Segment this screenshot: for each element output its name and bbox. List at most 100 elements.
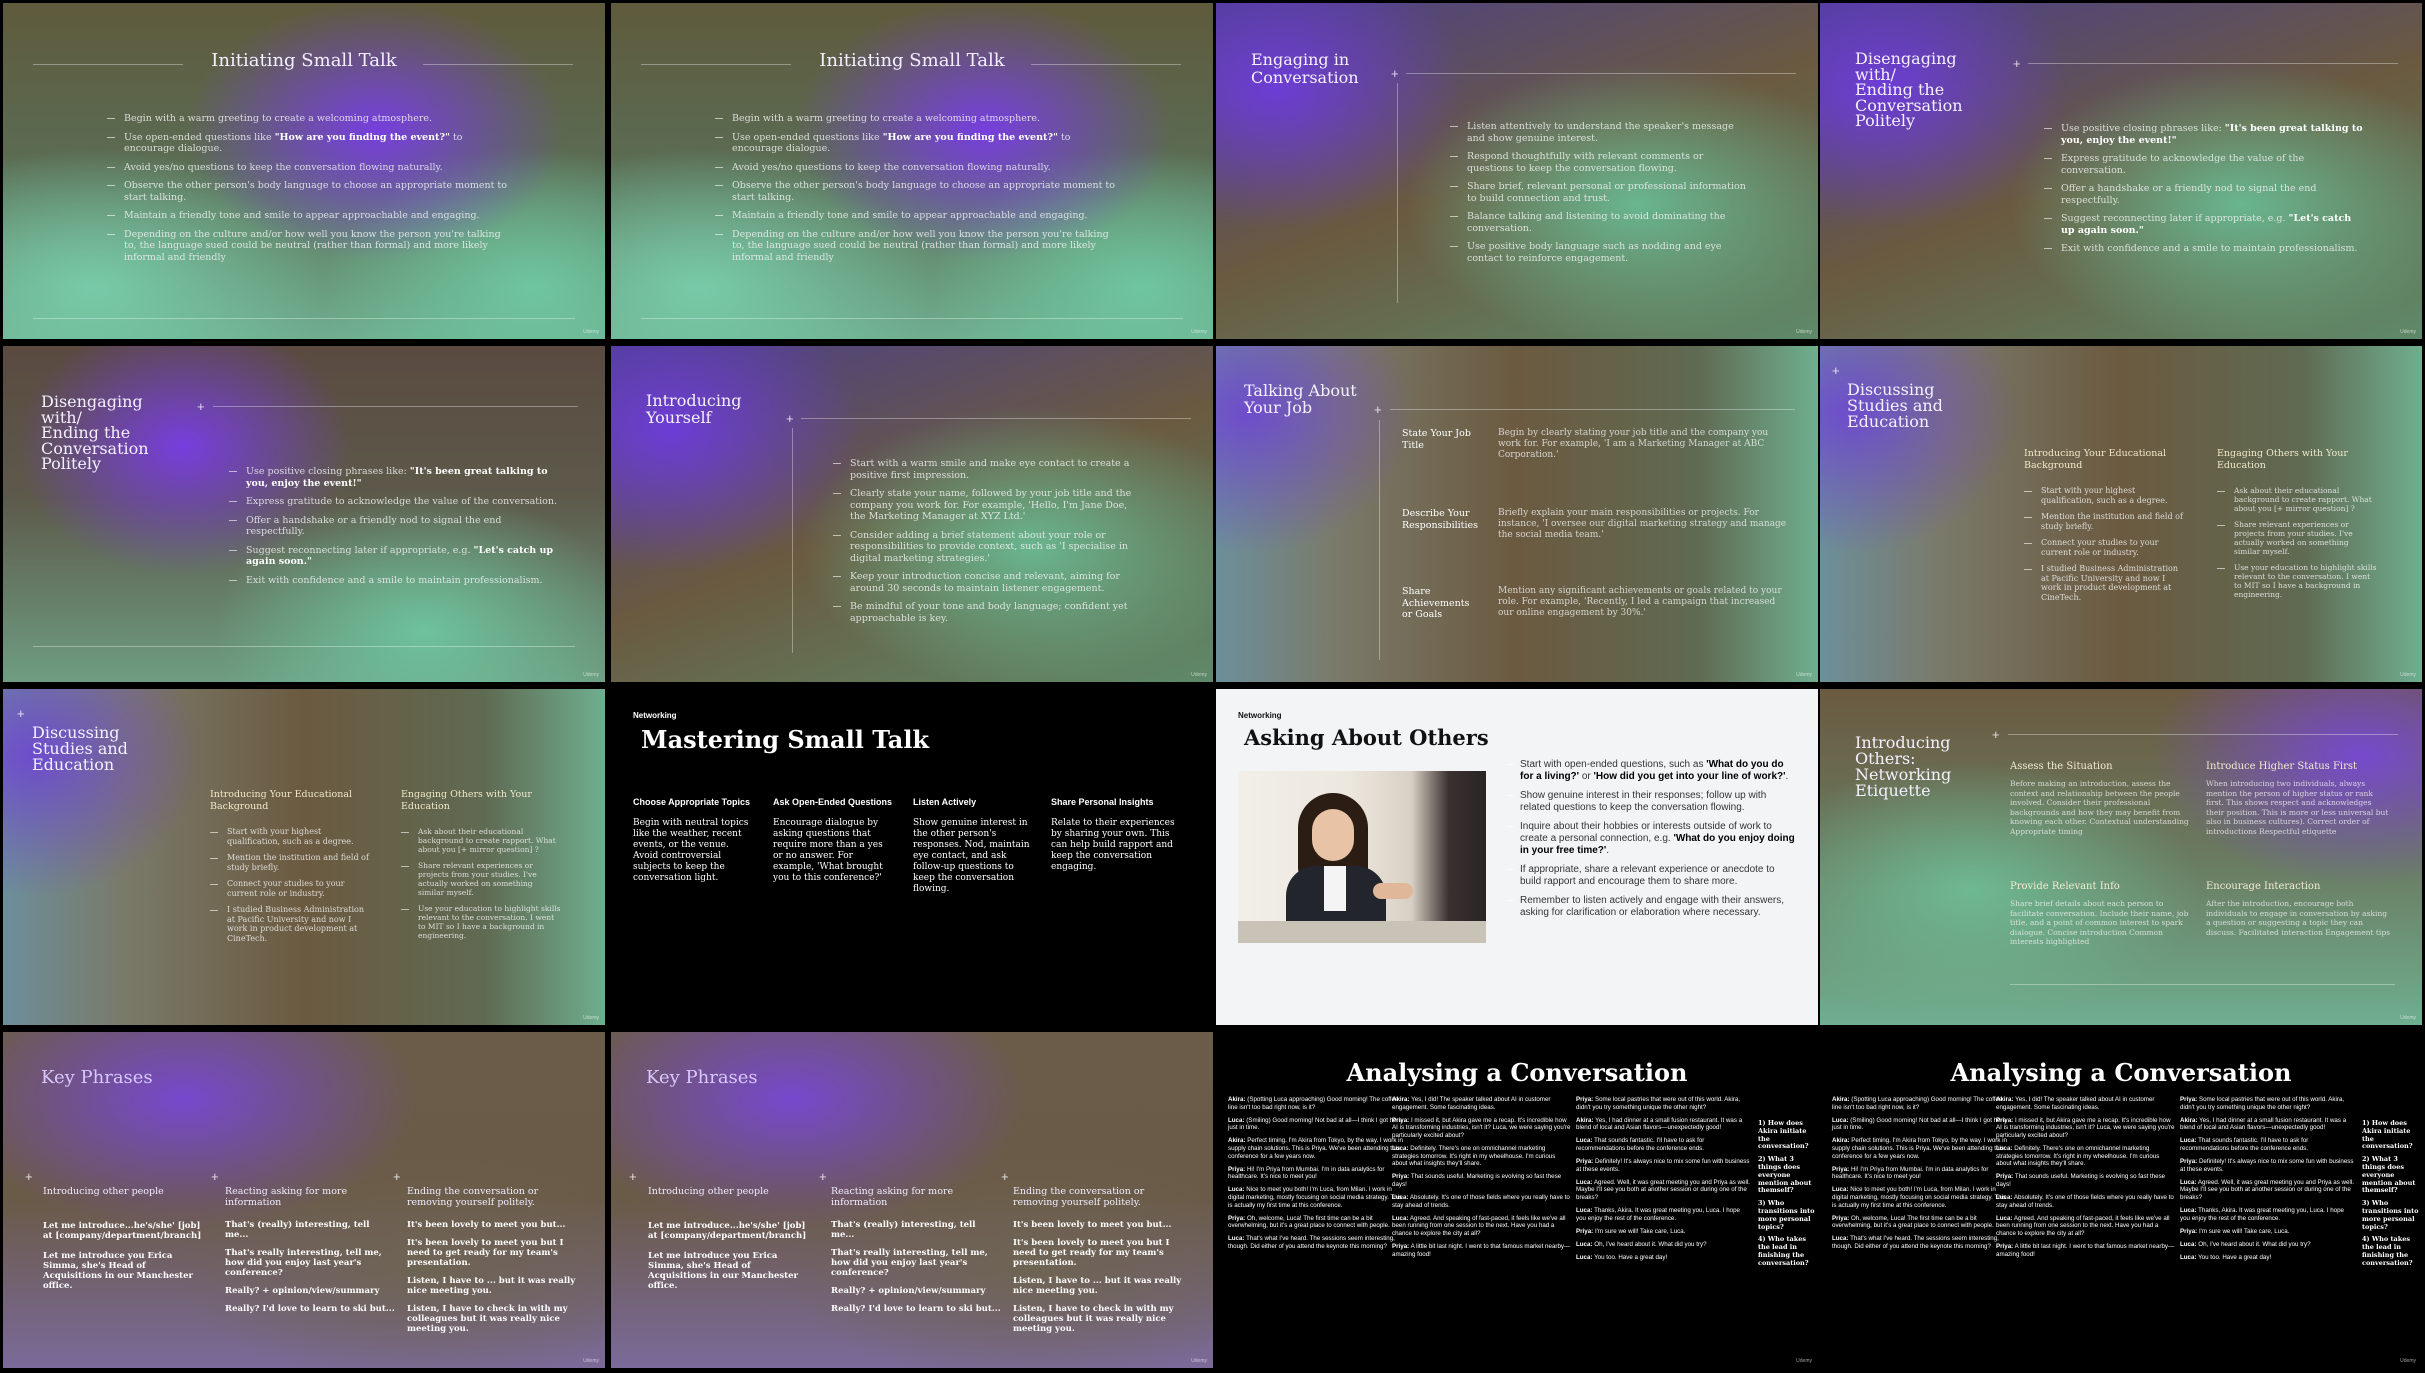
utterance: I missed it, but Akira gave me a recap. … [1996,1116,2175,1139]
cell-heading: Introduce Higher Status First [2206,761,2358,772]
utterance: A little bit last night. I went to that … [1996,1242,2175,1258]
speaker: Priya: [1996,1173,2014,1181]
utterance: I'm sure we will! Take care, Luca. [1594,1227,1686,1235]
slide-grid: Initiating Small Talk Begin with a warm … [0,0,2425,1373]
bullet: Be mindful of your tone and body languag… [833,601,1143,624]
slide-introducing-others[interactable]: Introducing Others: Networking Etiquette + … [1820,689,2422,1025]
dialogue-line: Priya: I'm sure we will! Take care, Luca… [1576,1228,1751,1236]
dialogue-line: Priya: Hi! I'm Priya from Mumbai. I'm in… [1832,1166,2008,1181]
slide-talking-about-your-job[interactable]: Talking About Your Job + State Your Job T… [1216,346,1818,682]
column-text: Show genuine interest in the other perso… [913,818,1030,894]
phrase: Let me introduce...he's/she' [job] at [c… [648,1221,807,1241]
slide-discussing-studies-2[interactable]: + Discussing Studies and Education Introdu… [3,689,605,1025]
bullet: Start with your highest qualification, s… [2024,486,2184,505]
cell-text: When introducing two individuals, always… [2206,779,2389,836]
slide-key-phrases-2[interactable]: Key Phrases + + + Introducing other peop… [611,1032,1213,1368]
utterance: Yes, I did! The speaker talked about AI … [1996,1096,2155,1111]
question: 4) Who takes the lead in finishing the c… [1758,1235,1809,1267]
slide-disengaging-politely-2[interactable]: Disengaging with/Ending the Conversation Po… [3,346,605,682]
column-heading: Introducing other people [648,1186,769,1197]
dialogue-line: Luca: That's what I've heard. The sessio… [1832,1235,2008,1250]
utterance: I missed it, but Akira gave me a recap. … [1392,1116,1571,1139]
phrase: That's really interesting, tell me, how … [831,1248,988,1278]
dialogue-line: Luca: Agreed. Well, it was great meeting… [1576,1179,1751,1202]
slide-introducing-yourself[interactable]: Introducing Yourself + Start with a warm … [611,346,1213,682]
slide-disengaging-politely-1[interactable]: Disengaging with/Ending the Conversation Po… [1820,3,2422,339]
slide-initiating-small-talk-2[interactable]: Initiating Small Talk Begin with a warm … [611,3,1213,339]
speaker: Luca: [1832,1186,1849,1194]
column-heading: Reacting asking for more information [831,1186,954,1208]
bullet: Start with your highest qualification, s… [210,827,370,846]
column-heading: Ending the conversation or removing your… [407,1186,539,1208]
plus-icon: + [1374,402,1382,417]
speaker: Priya: [1392,1173,1410,1181]
bullet: Depending on the culture and/or how well… [715,229,1115,264]
bullet: Listen attentively to understand the spe… [1450,121,1750,144]
column: Listen Actively Show genuine interest in… [913,797,1035,895]
kicker: Networking [633,711,677,720]
slide-analysing-conversation-2[interactable]: Analysing a Conversation Akira: (Spotting… [1820,1032,2422,1368]
phrase: It's been lovely to meet you but... [407,1220,566,1230]
phrase-column: Reacting asking for more information Tha… [831,1186,1001,1314]
bullet: Start with open-ended questions, such as… [1506,759,1796,783]
speaker: Luca: [1832,1235,1849,1243]
column-heading: Choose Appropriate Topics [633,797,751,807]
slide-asking-about-others[interactable]: Networking Asking About Others Start wit… [1216,689,1818,1025]
slide-footer: Udemy [1796,329,1812,335]
plus-icon: + [1391,66,1399,81]
speaker: Luca: [1228,1235,1245,1243]
slide-key-phrases-1[interactable]: Key Phrases + + + Introducing other peop… [3,1032,605,1368]
utterance: Oh, I've heard about it. What did you tr… [1594,1240,1707,1248]
hands [1373,883,1413,899]
slide-footer: Udemy [1191,1358,1207,1364]
slide-title: Disengaging with/Ending the Conversation Po… [41,392,149,473]
phrase: Really? I'd love to learn to ski but... [225,1304,395,1314]
slide-title: Introducing Yourself [646,391,742,427]
dialogue-line: Luca: Thanks, Akira. It was great meetin… [1576,1207,1751,1222]
cell-heading: Assess the Situation [2010,761,2113,772]
speaker: Priya: [1832,1214,1850,1222]
slide-mastering-small-talk[interactable]: Networking Mastering Small Talk Choose A… [611,689,1213,1025]
slide-title: Discussing Studies and Education [1847,380,1943,431]
slide-engaging-in-conversation[interactable]: Engaging in Conversation + Listen attenti… [1216,3,1818,339]
speaker: Luca: [1392,1214,1409,1222]
bullet: Use open-ended questions like "How are y… [715,132,1115,155]
slide-discussing-studies-1[interactable]: + Discussing Studies and Education Introdu… [1820,346,2422,682]
speaker: Luca: [1996,1214,2013,1222]
speaker: Akira: [1392,1096,1410,1103]
utterance: That sounds useful. Marketing is evolvin… [1392,1173,1562,1188]
dialogue-line: Luca: You too. Have a great day! [1576,1254,1751,1262]
speaker: Priya: [1996,1116,2014,1124]
utterance: Hi! I'm Priya from Mumbai. I'm in data a… [1832,1165,1989,1181]
question: 3) Who transitions into more personal to… [2362,1199,2419,1231]
speaker: Priya: [1392,1116,1410,1124]
utterance: A little bit last night. I went to that … [1392,1242,1571,1258]
bullet: Keep your introduction concise and relev… [833,571,1143,594]
speaker: Luca: [2180,1178,2197,1186]
speaker: Luca: [1576,1137,1593,1145]
phrase: It's been lovely to meet you but I need … [407,1238,564,1268]
utterance: You too. Have a great day! [2198,1253,2272,1261]
row-label: Share Achievements or Goals [1402,586,1470,620]
bullet: Express gratitude to acknowledge the val… [2044,153,2364,176]
bullet-list: Listen attentively to understand the spe… [1450,121,1750,271]
dialogue-column: Priya: Some local pastries that were out… [1576,1096,1751,1267]
column: Choose Appropriate Topics Begin with neu… [633,797,755,884]
row-label: State Your Job Title [1402,428,1471,451]
question: 3) Who transitions into more personal to… [1758,1199,1815,1231]
bullet: Offer a handshake or a friendly nod to s… [2044,183,2364,206]
slide-initiating-small-talk-1[interactable]: Initiating Small Talk Begin with a warm … [3,3,605,339]
dialogue-line: Priya: A little bit last night. I went t… [1996,1243,2176,1258]
slide-analysing-conversation-1[interactable]: Analysing a Conversation Akira: (Spotting… [1216,1032,1818,1368]
column: Share Personal Insights Relate to their … [1051,797,1181,873]
slide-title: Talking About Your Job [1244,381,1357,417]
column-heading: Engaging Others with Your Education [2217,448,2348,471]
utterance: That's what I've heard. The sessions see… [1832,1235,1999,1250]
column: Ask Open-Ended Questions Encourage dialo… [773,797,895,884]
dialogue-line: Luca: That sounds fantastic. I'll have t… [2180,1137,2355,1152]
speaker: Luca: [2180,1240,2197,1248]
utterance: Oh, I've heard about it. What did you tr… [2198,1240,2311,1248]
dialogue-line: Priya: I missed it, but Akira gave me a … [1392,1117,1572,1140]
dialogue-column: Akira: Yes, I did! The speaker talked ab… [1996,1096,2176,1264]
dialogue-line: Luca: Nice to meet you both! I'm Luca, f… [1832,1186,2008,1209]
